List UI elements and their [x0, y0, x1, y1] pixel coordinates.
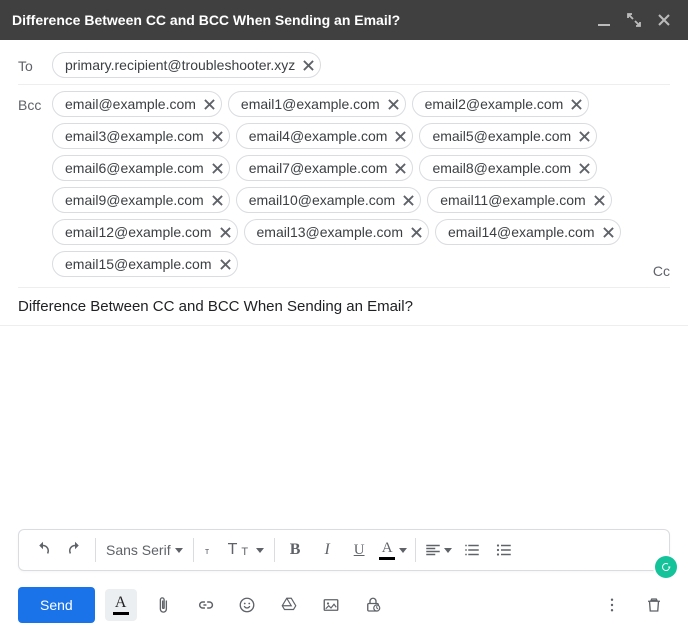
align-button[interactable]	[420, 534, 456, 566]
remove-chip-icon[interactable]	[204, 99, 215, 110]
remove-chip-icon[interactable]	[212, 163, 223, 174]
compose-actions: Send A	[18, 587, 670, 623]
chip-text: email2@example.com	[425, 97, 564, 111]
numbered-list-button[interactable]	[456, 534, 488, 566]
remove-chip-icon[interactable]	[395, 163, 406, 174]
font-selector[interactable]: Sans Serif	[100, 534, 189, 566]
recipient-chip[interactable]: email11@example.com	[427, 187, 611, 213]
chip-text: email12@example.com	[65, 225, 212, 239]
more-options-button[interactable]	[596, 589, 628, 621]
svg-text:т: т	[205, 546, 209, 556]
remove-chip-icon[interactable]	[411, 227, 422, 238]
chevron-down-icon	[399, 548, 407, 553]
undo-button[interactable]	[27, 534, 59, 566]
remove-chip-icon[interactable]	[571, 99, 582, 110]
chip-text: email14@example.com	[448, 225, 595, 239]
remove-chip-icon[interactable]	[212, 195, 223, 206]
remove-chip-icon[interactable]	[388, 99, 399, 110]
recipient-chip[interactable]: primary.recipient@troubleshooter.xyz	[52, 52, 321, 78]
remove-chip-icon[interactable]	[212, 131, 223, 142]
recipient-chip[interactable]: email14@example.com	[435, 219, 621, 245]
font-size-button[interactable]: т TT	[198, 534, 271, 566]
recipient-chip[interactable]: email5@example.com	[419, 123, 597, 149]
text-color-letter: A	[382, 541, 393, 556]
redo-button[interactable]	[59, 534, 91, 566]
bcc-chips[interactable]: email@example.com email1@example.com email…	[52, 91, 670, 277]
text-color-button[interactable]: A	[375, 534, 411, 566]
remove-chip-icon[interactable]	[220, 259, 231, 270]
divider	[274, 538, 275, 562]
recipient-chip[interactable]: email1@example.com	[228, 91, 406, 117]
recipient-chip[interactable]: email4@example.com	[236, 123, 414, 149]
recipient-chip[interactable]: email@example.com	[52, 91, 222, 117]
underline-button[interactable]: U	[343, 534, 375, 566]
window-header: Difference Between CC and BCC When Sendi…	[0, 0, 688, 40]
remove-chip-icon[interactable]	[395, 131, 406, 142]
chip-text: email4@example.com	[249, 129, 388, 143]
format-toolbar: Sans Serif т TT B I U A	[18, 529, 670, 571]
minimize-button[interactable]	[592, 8, 616, 32]
recipient-chip[interactable]: email10@example.com	[236, 187, 422, 213]
insert-photo-button[interactable]	[315, 589, 347, 621]
recipient-chip[interactable]: email8@example.com	[419, 155, 597, 181]
bcc-label: Bcc	[18, 91, 52, 113]
recipient-chip[interactable]: email6@example.com	[52, 155, 230, 181]
recipient-chip[interactable]: email15@example.com	[52, 251, 238, 277]
remove-chip-icon[interactable]	[579, 163, 590, 174]
chip-text: email6@example.com	[65, 161, 204, 175]
chip-text: email11@example.com	[440, 193, 585, 207]
recipient-chip[interactable]: email9@example.com	[52, 187, 230, 213]
chip-text: email3@example.com	[65, 129, 204, 143]
divider	[95, 538, 96, 562]
italic-button[interactable]: I	[311, 534, 343, 566]
discard-draft-button[interactable]	[638, 589, 670, 621]
insert-drive-button[interactable]	[273, 589, 305, 621]
recipient-chip[interactable]: email3@example.com	[52, 123, 230, 149]
chip-text: email10@example.com	[249, 193, 396, 207]
recipient-chip[interactable]: email2@example.com	[412, 91, 590, 117]
fullscreen-button[interactable]	[622, 8, 646, 32]
grammarly-icon[interactable]	[655, 556, 677, 578]
recipient-chip[interactable]: email13@example.com	[244, 219, 430, 245]
font-name: Sans Serif	[106, 542, 171, 558]
attach-file-button[interactable]	[147, 589, 179, 621]
recipient-chip[interactable]: email7@example.com	[236, 155, 414, 181]
formatting-options-button[interactable]: A	[105, 589, 137, 621]
remove-chip-icon[interactable]	[220, 227, 231, 238]
chip-text: email15@example.com	[65, 257, 212, 271]
chip-text: email13@example.com	[257, 225, 404, 239]
chevron-down-icon	[444, 548, 452, 553]
send-button[interactable]: Send	[18, 587, 95, 623]
chip-text: primary.recipient@troubleshooter.xyz	[65, 58, 295, 72]
close-button[interactable]	[652, 8, 676, 32]
chip-text: email1@example.com	[241, 97, 380, 111]
cc-link[interactable]: Cc	[653, 263, 670, 279]
chip-text: email@example.com	[65, 97, 196, 111]
remove-chip-icon[interactable]	[594, 195, 605, 206]
recipient-chip[interactable]: email12@example.com	[52, 219, 238, 245]
chip-text: email8@example.com	[432, 161, 571, 175]
to-label: To	[18, 52, 52, 74]
insert-emoji-button[interactable]	[231, 589, 263, 621]
divider	[193, 538, 194, 562]
to-row: To primary.recipient@troubleshooter.xyz	[18, 46, 670, 85]
chevron-down-icon	[175, 548, 183, 553]
window-title: Difference Between CC and BCC When Sendi…	[12, 12, 586, 28]
remove-chip-icon[interactable]	[403, 195, 414, 206]
bcc-row: Bcc email@example.comemail1@example.come…	[18, 85, 670, 288]
chip-text: email5@example.com	[432, 129, 571, 143]
divider	[415, 538, 416, 562]
chip-text: email9@example.com	[65, 193, 204, 207]
insert-link-button[interactable]	[189, 589, 221, 621]
bold-button[interactable]: B	[279, 534, 311, 566]
remove-chip-icon[interactable]	[603, 227, 614, 238]
subject-field[interactable]: Difference Between CC and BCC When Sendi…	[0, 288, 688, 326]
confidential-mode-button[interactable]	[357, 589, 389, 621]
to-chips[interactable]: primary.recipient@troubleshooter.xyz	[52, 52, 670, 78]
remove-chip-icon[interactable]	[303, 60, 314, 71]
remove-chip-icon[interactable]	[579, 131, 590, 142]
chevron-down-icon	[256, 548, 264, 553]
bulleted-list-button[interactable]	[488, 534, 520, 566]
chip-text: email7@example.com	[249, 161, 388, 175]
